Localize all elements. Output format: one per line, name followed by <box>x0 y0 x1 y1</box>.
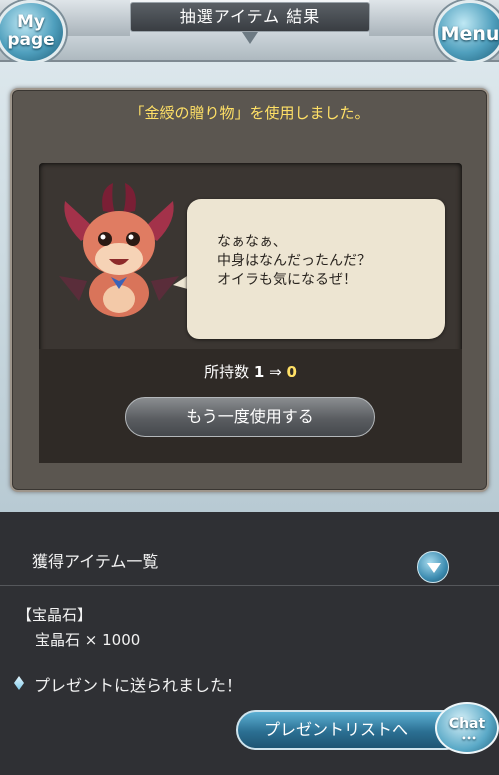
item-count-before: 1 <box>253 363 265 381</box>
used-message: 「金綬の贈り物」を使用しました。 <box>129 104 370 122</box>
chevron-down-icon[interactable] <box>417 551 449 583</box>
top-bar: 抽選アイテム 結果 <box>0 0 499 62</box>
item-count-bar: 所持数 1 ⇒ 0 もう一度使用する <box>39 349 462 463</box>
speech-bubble: なぁなぁ、 中身はなんだったんだ？ オイラも気になるぜ！ <box>187 199 445 339</box>
result-panel: 「金綬の贈り物」を使用しました。 なぁなぁ、 中身はなんだったんだ？ オイラも気… <box>10 88 489 492</box>
mypage-label-line2: page <box>7 30 55 50</box>
title-pointer-icon <box>242 32 258 44</box>
speech-line-3: オイラも気になるぜ！ <box>217 272 357 288</box>
item-entry: 宝晶石 × 1000 <box>35 631 141 649</box>
obtained-items-title: 獲得アイテム一覧 <box>32 552 159 571</box>
page-title: 抽選アイテム 結果 <box>130 2 370 32</box>
item-count: 所持数 1 ⇒ 0 <box>39 361 462 382</box>
item-count-arrow: ⇒ <box>269 363 282 381</box>
use-again-button[interactable]: もう一度使用する <box>125 397 375 437</box>
sent-notice: プレゼントに送られました！ <box>12 670 482 695</box>
item-count-label: 所持数 <box>204 363 250 381</box>
dialog-area: なぁなぁ、 中身はなんだったんだ？ オイラも気になるぜ！ 所持数 1 ⇒ 0 も… <box>39 163 462 463</box>
mypage-label-line1: My <box>17 12 45 32</box>
present-list-button[interactable]: プレゼントリストへ <box>236 710 466 750</box>
item-count-after: 0 <box>286 363 297 381</box>
sent-message: プレゼントに送られました！ <box>34 676 243 695</box>
chat-dots-icon: ••• <box>461 734 477 743</box>
vyrn-character-image <box>59 183 179 317</box>
menu-label: Menu <box>440 23 499 45</box>
chat-button[interactable]: Chat ••• <box>435 702 499 754</box>
obtained-items-section: 獲得アイテム一覧 【宝晶石】 宝晶石 × 1000 プレゼントに送られました！ … <box>0 512 499 775</box>
menu-button[interactable]: Menu <box>435 0 499 64</box>
item-category: 【宝晶石】 <box>17 606 93 624</box>
speech-line-2: 中身はなんだったんだ？ <box>217 253 371 269</box>
speech-text: なぁなぁ、 中身はなんだったんだ？ オイラも気になるぜ！ <box>217 233 437 290</box>
speech-line-1: なぁなぁ、 <box>217 234 287 250</box>
diamond-icon <box>14 676 24 690</box>
chat-label: Chat <box>448 716 486 732</box>
obtained-items-header[interactable]: 獲得アイテム一覧 <box>0 530 499 586</box>
